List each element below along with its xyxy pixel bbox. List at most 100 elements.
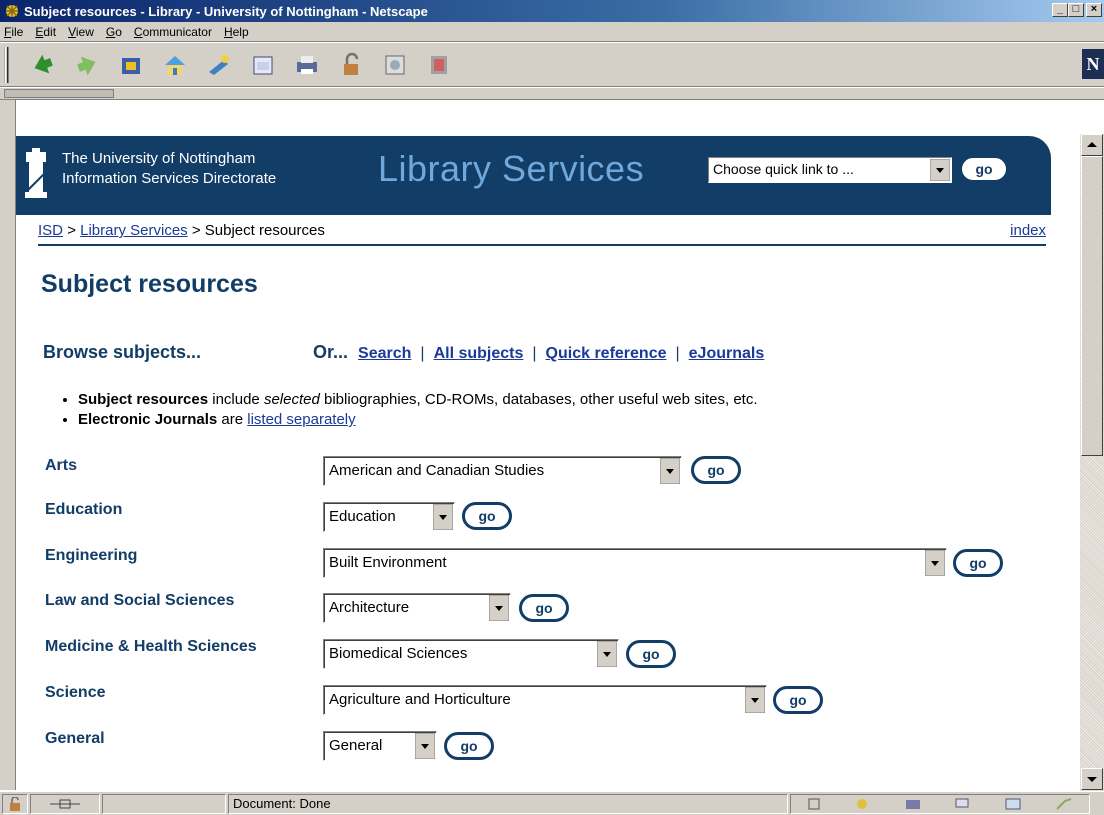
shop-icon[interactable] [380,50,410,80]
menu-file[interactable]: File [4,25,23,39]
subject-label-law-social-sciences: Law and Social Sciences [45,592,235,609]
engineering-select[interactable]: Built Environment [323,548,947,578]
security-icon[interactable] [336,50,366,80]
list-icon[interactable] [807,797,821,811]
toolbar-grip[interactable] [4,47,9,83]
minimize-button[interactable]: _ [1052,3,1068,17]
notes-list: Subject resources include selected bibli… [78,390,758,430]
status-bar: Document: Done [0,791,1104,815]
scrollbar-thumb[interactable] [1081,156,1103,456]
browse-subjects-heading: Browse subjects... [43,342,202,362]
engineering-go-button[interactable]: go [953,549,1003,577]
composer-icon[interactable] [1004,797,1022,811]
medicine-health-sciences-select[interactable]: Biomedical Sciences [323,639,619,669]
law-social-sciences-go-button[interactable]: go [519,594,569,622]
connection-status-icon [30,793,100,814]
page-title: Subject resources [41,270,258,298]
close-button[interactable]: × [1086,3,1102,17]
education-select-value: Education [329,508,396,525]
stop-icon[interactable] [424,50,454,80]
menu-help[interactable]: Help [224,25,249,39]
subject-label-general: General [45,730,105,747]
note-electronic-journals: Electronic Journals are listed separatel… [78,410,758,430]
back-icon[interactable] [28,50,58,80]
subject-label-science: Science [45,684,106,701]
chevron-down-icon [415,733,435,759]
progress-bar [102,793,226,814]
science-select[interactable]: Agriculture and Horticulture [323,685,767,715]
quick-reference-link[interactable]: Quick reference [546,345,667,362]
search-link[interactable]: Search [358,345,411,362]
note-subject-resources: Subject resources include selected bibli… [78,390,758,410]
general-go-button[interactable]: go [444,732,494,760]
science-select-value: Agriculture and Horticulture [329,691,511,708]
breadcrumb-isd-link[interactable]: ISD [38,222,63,239]
collapsed-toolbar-tab[interactable] [4,89,114,98]
status-text: Document: Done [228,793,788,814]
breadcrumb: ISD > Library Services > Subject resourc… [38,222,325,239]
law-social-sciences-select[interactable]: Architecture [323,593,511,623]
netscape-app-icon [4,3,20,19]
chevron-down-icon [489,595,509,621]
menu-communicator[interactable]: Communicator [134,25,212,39]
breadcrumb-library-link[interactable]: Library Services [80,222,188,239]
window-title: Subject resources - Library - University… [24,3,428,19]
aim-icon[interactable] [1055,797,1073,811]
chevron-down-icon [597,641,617,667]
general-select[interactable]: General [323,731,437,761]
medicine-health-sciences-go-button[interactable]: go [626,640,676,668]
left-frame-edge [0,100,16,790]
arts-go-button[interactable]: go [691,456,741,484]
subject-label-arts: Arts [45,457,78,474]
quick-link-value: Choose quick link to ... [713,161,854,177]
chevron-down-icon [433,504,453,530]
university-crest-icon [25,148,47,198]
arts-select-value: American and Canadian Studies [329,462,545,479]
medicine-health-sciences-select-value: Biomedical Sciences [329,645,468,662]
quick-link-go-button[interactable]: go [959,155,1009,183]
ejournals-link[interactable]: eJournals [689,345,765,362]
science-go-button[interactable]: go [773,686,823,714]
location-toolbar-collapsed[interactable] [0,88,1104,100]
education-select[interactable]: Education [323,502,455,532]
education-go-button[interactable]: go [462,502,512,530]
netscape-logo: N [1082,49,1104,79]
search-icon[interactable] [204,50,234,80]
forward-icon[interactable] [72,50,102,80]
or-label: Or... [313,342,349,362]
arrow-up-icon [1087,142,1097,147]
scroll-down-button[interactable] [1081,768,1103,790]
breadcrumb-current: Subject resources [204,222,325,239]
reload-icon[interactable] [116,50,146,80]
menu-go[interactable]: Go [106,25,122,39]
university-line-1: The University of Nottingham [62,150,256,167]
index-link[interactable]: index [1010,222,1046,239]
security-status-icon[interactable] [2,793,28,814]
menu-view[interactable]: View [68,25,94,39]
discussion-icon[interactable] [954,797,972,811]
quick-link-select[interactable]: Choose quick link to ... [708,157,952,183]
breadcrumb-separator: > [67,222,76,239]
engineering-select-value: Built Environment [329,554,447,571]
chevron-down-icon [925,550,945,576]
mail-icon[interactable] [904,797,922,811]
mynetscape-icon[interactable] [248,50,278,80]
page-viewport: The University of Nottingham Information… [16,100,1079,790]
chevron-down-icon [660,458,680,484]
maximize-button[interactable]: □ [1068,3,1084,17]
chevron-down-icon [745,687,765,713]
university-name: The University of Nottingham Information… [62,149,276,189]
home-icon[interactable] [160,50,190,80]
breadcrumb-divider [38,244,1046,246]
all-subjects-link[interactable]: All subjects [434,345,524,362]
subject-label-education: Education [45,501,123,518]
chevron-down-icon [930,159,950,181]
navigator-icon[interactable] [853,797,871,811]
listed-separately-link[interactable]: listed separately [247,411,355,428]
arts-select[interactable]: American and Canadian Studies [323,456,682,486]
scroll-up-button[interactable] [1081,134,1103,156]
subject-label-medicine-health-sciences: Medicine & Health Sciences [45,638,257,655]
menu-edit[interactable]: Edit [35,25,56,39]
general-select-value: General [329,737,383,754]
print-icon[interactable] [292,50,322,80]
